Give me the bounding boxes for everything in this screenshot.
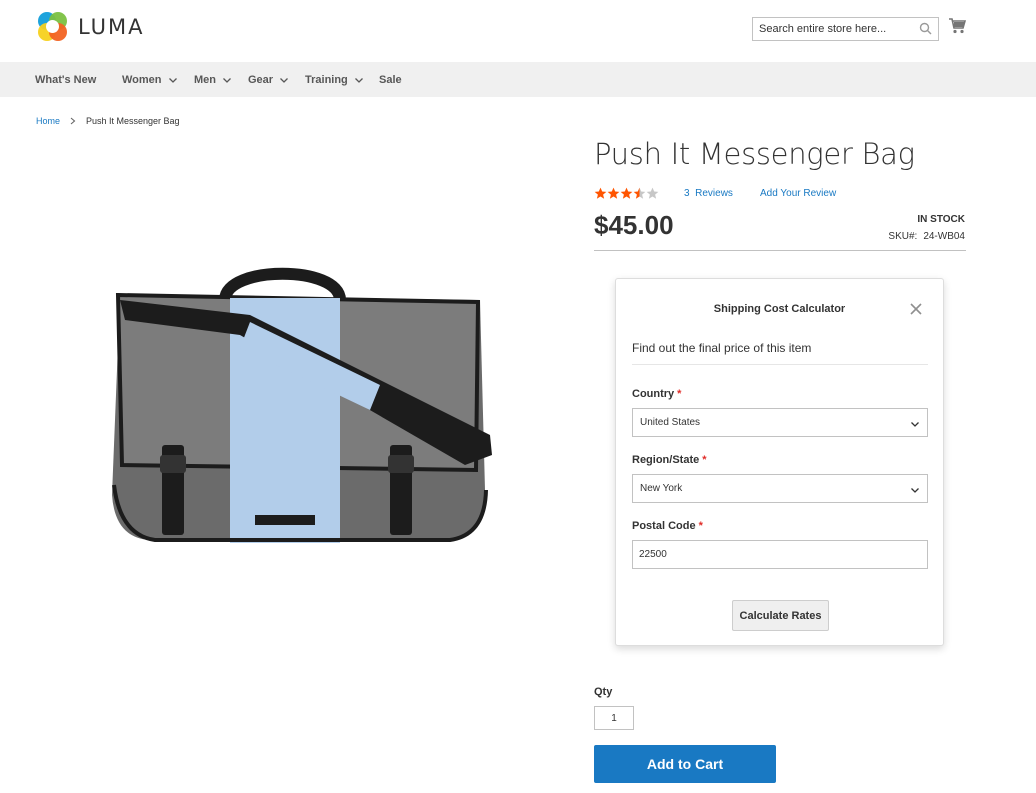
search-icon[interactable] [919, 22, 932, 35]
nav-item-label: Gear [248, 73, 274, 86]
breadcrumb: Home Push It Messenger Bag [36, 116, 180, 126]
modal-title: Shipping Cost Calculator [713, 303, 846, 315]
divider [632, 364, 928, 365]
region-select[interactable]: New York [632, 474, 928, 503]
chevron-down-icon [354, 77, 363, 83]
search-box [752, 17, 939, 41]
divider [594, 250, 966, 251]
required-marker: * [677, 388, 682, 400]
required-marker: * [698, 520, 703, 532]
country-select-value: United States [640, 417, 701, 428]
chevron-down-icon [223, 77, 231, 83]
nav-item-women[interactable]: Women [122, 62, 178, 97]
main-navigation: What's New Women Men Gear Training Sale [0, 62, 1036, 97]
add-review-link[interactable]: Add Your Review [760, 188, 836, 199]
sku-value: 24-WB04 [923, 231, 965, 242]
product-price: $45.00 [594, 210, 674, 240]
reviews-link[interactable]: 3 Reviews [684, 188, 733, 199]
region-label-text: Region/State [632, 454, 700, 466]
required-marker: * [702, 454, 707, 466]
nav-item-label: Men [194, 73, 216, 86]
nav-item-men[interactable]: Men [194, 62, 232, 97]
star-half-icon [633, 187, 646, 199]
cart-icon[interactable] [949, 18, 966, 34]
country-label: Country * [632, 388, 681, 400]
nav-item-label: What's New [35, 73, 97, 86]
star-empty-icon [646, 187, 659, 199]
star-icon [607, 187, 620, 199]
qty-input[interactable] [594, 706, 634, 730]
nav-item-label: Women [122, 73, 162, 86]
qty-label: Qty [594, 686, 613, 698]
postal-code-input[interactable] [632, 540, 928, 569]
add-to-cart-button[interactable]: Add to Cart [594, 745, 776, 783]
nav-item-label: Sale [379, 73, 402, 86]
star-icon [620, 187, 633, 199]
search-input[interactable] [753, 18, 913, 40]
nav-item-label: Training [305, 73, 348, 86]
country-label-text: Country [632, 388, 675, 400]
logo-text: LUMA [78, 14, 145, 39]
nav-item-training[interactable]: Training [305, 62, 364, 97]
chevron-down-icon [911, 488, 919, 493]
store-logo[interactable]: LUMA [36, 10, 145, 43]
rating-stars [594, 187, 659, 200]
reviews-label: Reviews [695, 188, 733, 199]
calculate-rates-button[interactable]: Calculate Rates [732, 600, 829, 631]
breadcrumb-home-link[interactable]: Home [36, 116, 60, 126]
nav-item-sale[interactable]: Sale [379, 62, 402, 97]
chevron-down-icon [911, 422, 919, 427]
region-select-value: New York [640, 483, 683, 494]
site-header: LUMA [0, 0, 1036, 62]
nav-item-whats-new[interactable]: What's New [35, 62, 96, 97]
postal-code-label-text: Postal Code [632, 520, 696, 532]
stock-status: IN STOCK [917, 214, 965, 225]
modal-subtitle: Find out the final price of this item [632, 341, 812, 355]
breadcrumb-current: Push It Messenger Bag [86, 116, 180, 126]
postal-code-label: Postal Code * [632, 520, 703, 532]
shipping-calculator-modal: Shipping Cost Calculator Find out the fi… [615, 278, 944, 646]
luma-logo-icon [38, 12, 67, 41]
product-sku: SKU#: 24-WB04 [888, 231, 965, 242]
nav-item-gear[interactable]: Gear [248, 62, 289, 97]
reviews-count: 3 [684, 188, 690, 199]
product-title: Push It Messenger Bag [594, 137, 915, 171]
chevron-down-icon [280, 77, 289, 83]
product-image[interactable] [100, 260, 500, 550]
sku-label: SKU#: [888, 231, 918, 242]
region-label: Region/State * [632, 454, 707, 466]
chevron-down-icon [168, 77, 177, 83]
country-select[interactable]: United States [632, 408, 928, 437]
star-icon [594, 187, 607, 199]
close-icon[interactable] [909, 302, 923, 316]
chevron-right-icon [70, 117, 76, 125]
